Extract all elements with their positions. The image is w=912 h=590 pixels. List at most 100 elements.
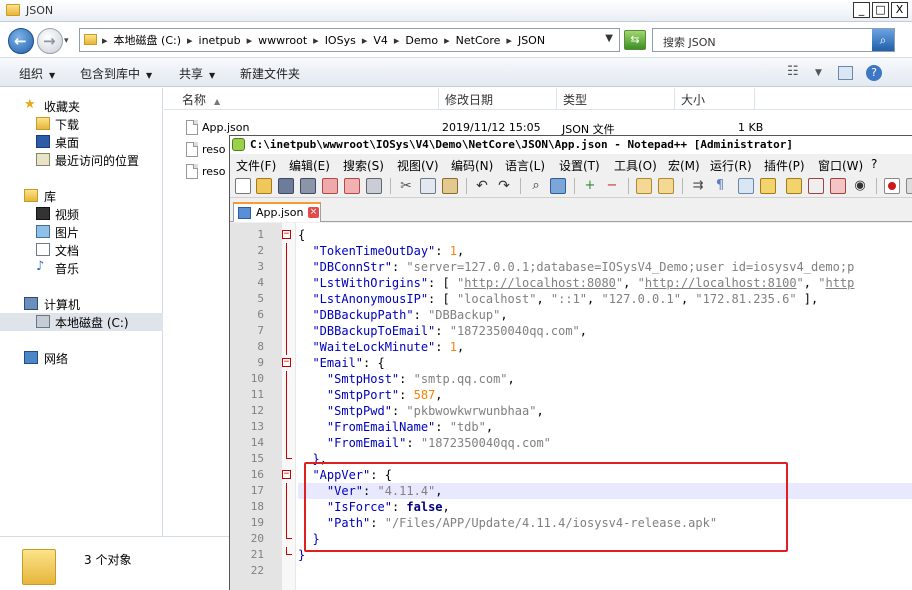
json-string: "1872350040qq.com" [420,436,551,450]
nav-local-disk[interactable]: 本地磁盘 (C:) [0,313,163,331]
tab-app-json[interactable]: App.json × [233,202,321,222]
preview-pane-icon[interactable] [838,66,853,80]
find-icon[interactable]: ⌕ [528,178,544,194]
fold-collapse-icon[interactable]: − [282,230,291,239]
save-all-icon[interactable] [300,178,316,194]
new-file-icon[interactable] [235,178,251,194]
include-library-menu[interactable]: 包含到库中 ▼ [80,65,152,82]
open-file-icon[interactable] [256,178,272,194]
nav-videos[interactable]: 视频 [0,205,163,223]
zoom-in-icon[interactable]: + [582,178,598,194]
chevron-down-icon[interactable]: ▼ [605,33,613,44]
menu-search[interactable]: 搜索(S) [343,157,384,174]
crumb-local-disk[interactable]: 本地磁盘 (C:) [114,34,181,47]
menu-encoding[interactable]: 编码(N) [451,157,493,174]
menu-view[interactable]: 视图(V) [397,157,439,174]
language-icon[interactable] [760,178,776,194]
nav-downloads[interactable]: 下载 [0,115,163,133]
nav-network[interactable]: 网络 [0,349,163,367]
crumb-inetpub[interactable]: inetpub [199,34,241,47]
monitoring-icon[interactable]: ◉ [852,178,868,194]
save-icon[interactable] [278,178,294,194]
close-all-icon[interactable] [344,178,360,194]
sync-vertical-icon[interactable] [636,178,652,194]
code-token: , [680,292,696,306]
nav-libraries[interactable]: 库 [0,187,163,205]
close-tab-icon[interactable]: × [308,207,319,218]
paste-icon[interactable] [442,178,458,194]
menu-macro[interactable]: 宏(M) [668,157,700,174]
crumb-netcore[interactable]: NetCore [456,34,501,47]
column-size[interactable]: 大小 [675,88,755,110]
menu-help[interactable]: ? [871,157,877,171]
show-all-chars-icon[interactable]: ¶ [712,178,728,194]
nav-computer[interactable]: 计算机 [0,295,163,313]
search-icon[interactable]: ⌕ [872,29,894,51]
view-dropdown-icon[interactable]: ▼ [815,68,822,78]
copy-icon[interactable] [420,178,436,194]
help-icon[interactable]: ? [866,65,882,81]
minimize-button[interactable]: _ [853,2,870,18]
close-file-icon[interactable] [322,178,338,194]
column-type[interactable]: 类型 [557,88,675,110]
nav-desktop[interactable]: 桌面 [0,133,163,151]
sync-horizontal-icon[interactable] [658,178,674,194]
nav-favorites[interactable]: ★ 收藏夹 [0,97,163,115]
menu-language[interactable]: 语言(L) [505,157,545,174]
share-menu[interactable]: 共享 ▼ [179,65,215,82]
json-string: "tdb" [449,420,486,434]
record-macro-icon[interactable] [884,178,900,194]
nav-documents[interactable]: 文档 [0,241,163,259]
line-number: 19 [250,516,264,529]
crumb-wwwroot[interactable]: wwwroot [258,34,307,47]
search-input[interactable]: 搜索 JSON ⌕ [652,28,895,52]
menu-window[interactable]: 窗口(W) [818,157,863,174]
undo-icon[interactable]: ↶ [474,178,490,194]
crumb-v4[interactable]: V4 [373,34,388,47]
view-options-icon[interactable]: ☷ [787,64,799,79]
organize-menu[interactable]: 组织 ▼ [19,65,55,82]
nav-recent[interactable]: 最近访问的位置 [0,151,163,169]
url-link[interactable]: http://localhost:8100 [645,276,797,290]
menu-plugins[interactable]: 插件(P) [764,157,805,174]
toolbar-separator [628,178,629,194]
forward-button[interactable]: → [37,28,63,54]
url-link[interactable]: http [825,276,854,290]
url-link[interactable]: http://localhost:8080 [464,276,616,290]
replace-icon[interactable] [550,178,566,194]
print-icon[interactable] [366,178,382,194]
fold-collapse-icon[interactable]: − [282,470,291,479]
maximize-button[interactable]: □ [872,2,889,18]
word-wrap-icon[interactable]: ⇉ [690,178,706,194]
menu-edit[interactable]: 编辑(E) [289,157,330,174]
menu-file[interactable]: 文件(F) [236,157,276,174]
cut-icon[interactable]: ✂ [398,178,414,194]
function-list-icon[interactable] [808,178,824,194]
folder-workspace-icon[interactable] [830,178,846,194]
address-bar[interactable]: ▸ 本地磁盘 (C:) ▸ inetpub ▸ wwwroot ▸ IOSys ▸ V4 ▸ Demo… [79,28,620,52]
menu-tools[interactable]: 工具(O) [614,157,657,174]
nav-label: 库 [44,190,57,204]
recent-pages-dropdown[interactable]: ▾ [64,36,69,46]
doc-map-icon[interactable] [786,178,802,194]
menu-settings[interactable]: 设置(T) [559,157,600,174]
close-button[interactable]: X [891,2,908,18]
refresh-button[interactable]: ⇆ [624,30,646,50]
stop-macro-icon[interactable] [906,178,912,194]
zoom-out-icon[interactable]: − [604,178,620,194]
column-date[interactable]: 修改日期 [439,88,557,110]
back-button[interactable]: ← [8,28,34,54]
json-number: 1 [449,340,457,354]
nav-music[interactable]: ♪ 音乐 [0,259,163,277]
crumb-json[interactable]: JSON [518,34,545,47]
crumb-demo[interactable]: Demo [405,34,438,47]
new-folder-button[interactable]: 新建文件夹 [240,65,300,82]
indent-guide-icon[interactable] [738,178,754,194]
nav-pictures[interactable]: 图片 [0,223,163,241]
column-name[interactable]: 名称 ▲ [174,88,439,110]
redo-icon[interactable]: ↷ [496,178,512,194]
crumb-iosys[interactable]: IOSys [325,34,356,47]
fold-collapse-icon[interactable]: − [282,358,291,367]
menu-run[interactable]: 运行(R) [710,157,752,174]
code-token: : [399,388,414,402]
